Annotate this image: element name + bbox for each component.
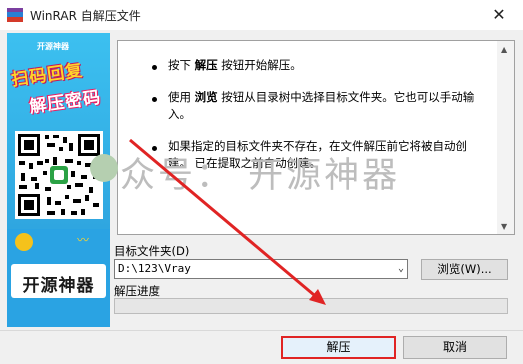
scroll-down-icon[interactable]: ▼: [501, 222, 507, 231]
promo-small-text: 开源神器: [37, 42, 69, 51]
cancel-button[interactable]: 取消: [403, 336, 507, 359]
instruction-2: 使用 浏览 按钮从目录树中选择目标文件夹。它也可以手动输入。: [168, 90, 475, 121]
extract-button[interactable]: 解压: [281, 336, 396, 359]
close-icon[interactable]: ✕: [488, 4, 510, 26]
extract-progress-bar: [114, 298, 508, 314]
target-folder-label: 目标文件夹(D): [114, 244, 190, 258]
bullet-dot: [152, 65, 157, 70]
instruction-1: 按下 解压 按钮开始解压。: [168, 58, 302, 72]
vertical-scrollbar[interactable]: ▲ ▼: [497, 41, 514, 234]
winrar-sfx-window: WinRAR 自解压文件 ✕ 开源神器 扫码回复 解压密码 〰 开源神器 按下 …: [0, 0, 523, 364]
promo-banner: 开源神器 扫码回复 解压密码 〰 开源神器: [7, 33, 110, 327]
winrar-app-icon: [7, 8, 23, 22]
watermark-logo-icon: [90, 154, 118, 182]
target-folder-value: D:\123\Vray: [118, 262, 191, 275]
planet-decoration: [15, 233, 33, 251]
qr-code-image: [15, 131, 103, 219]
scroll-up-icon[interactable]: ▲: [501, 45, 507, 54]
bullet-dot: [152, 97, 157, 102]
progress-label: 解压进度: [114, 284, 160, 298]
window-title: WinRAR 自解压文件: [30, 9, 141, 23]
watermark-text: 众号： 开源神器: [120, 156, 401, 196]
browse-button[interactable]: 浏览(W)...: [421, 259, 508, 280]
instructions-box: 按下 解压 按钮开始解压。 使用 浏览 按钮从目录树中选择目标文件夹。它也可以手…: [117, 40, 515, 235]
target-folder-input[interactable]: D:\123\Vray ⌄: [114, 259, 408, 279]
promo-top: 开源神器 扫码回复 解压密码: [7, 33, 110, 229]
brand-text: 开源神器: [22, 276, 95, 296]
squiggle-decoration: 〰: [77, 233, 90, 247]
chevron-down-icon[interactable]: ⌄: [398, 260, 404, 278]
title-bar[interactable]: WinRAR 自解压文件 ✕: [0, 0, 523, 30]
promo-bottom: 〰 开源神器: [7, 229, 110, 327]
